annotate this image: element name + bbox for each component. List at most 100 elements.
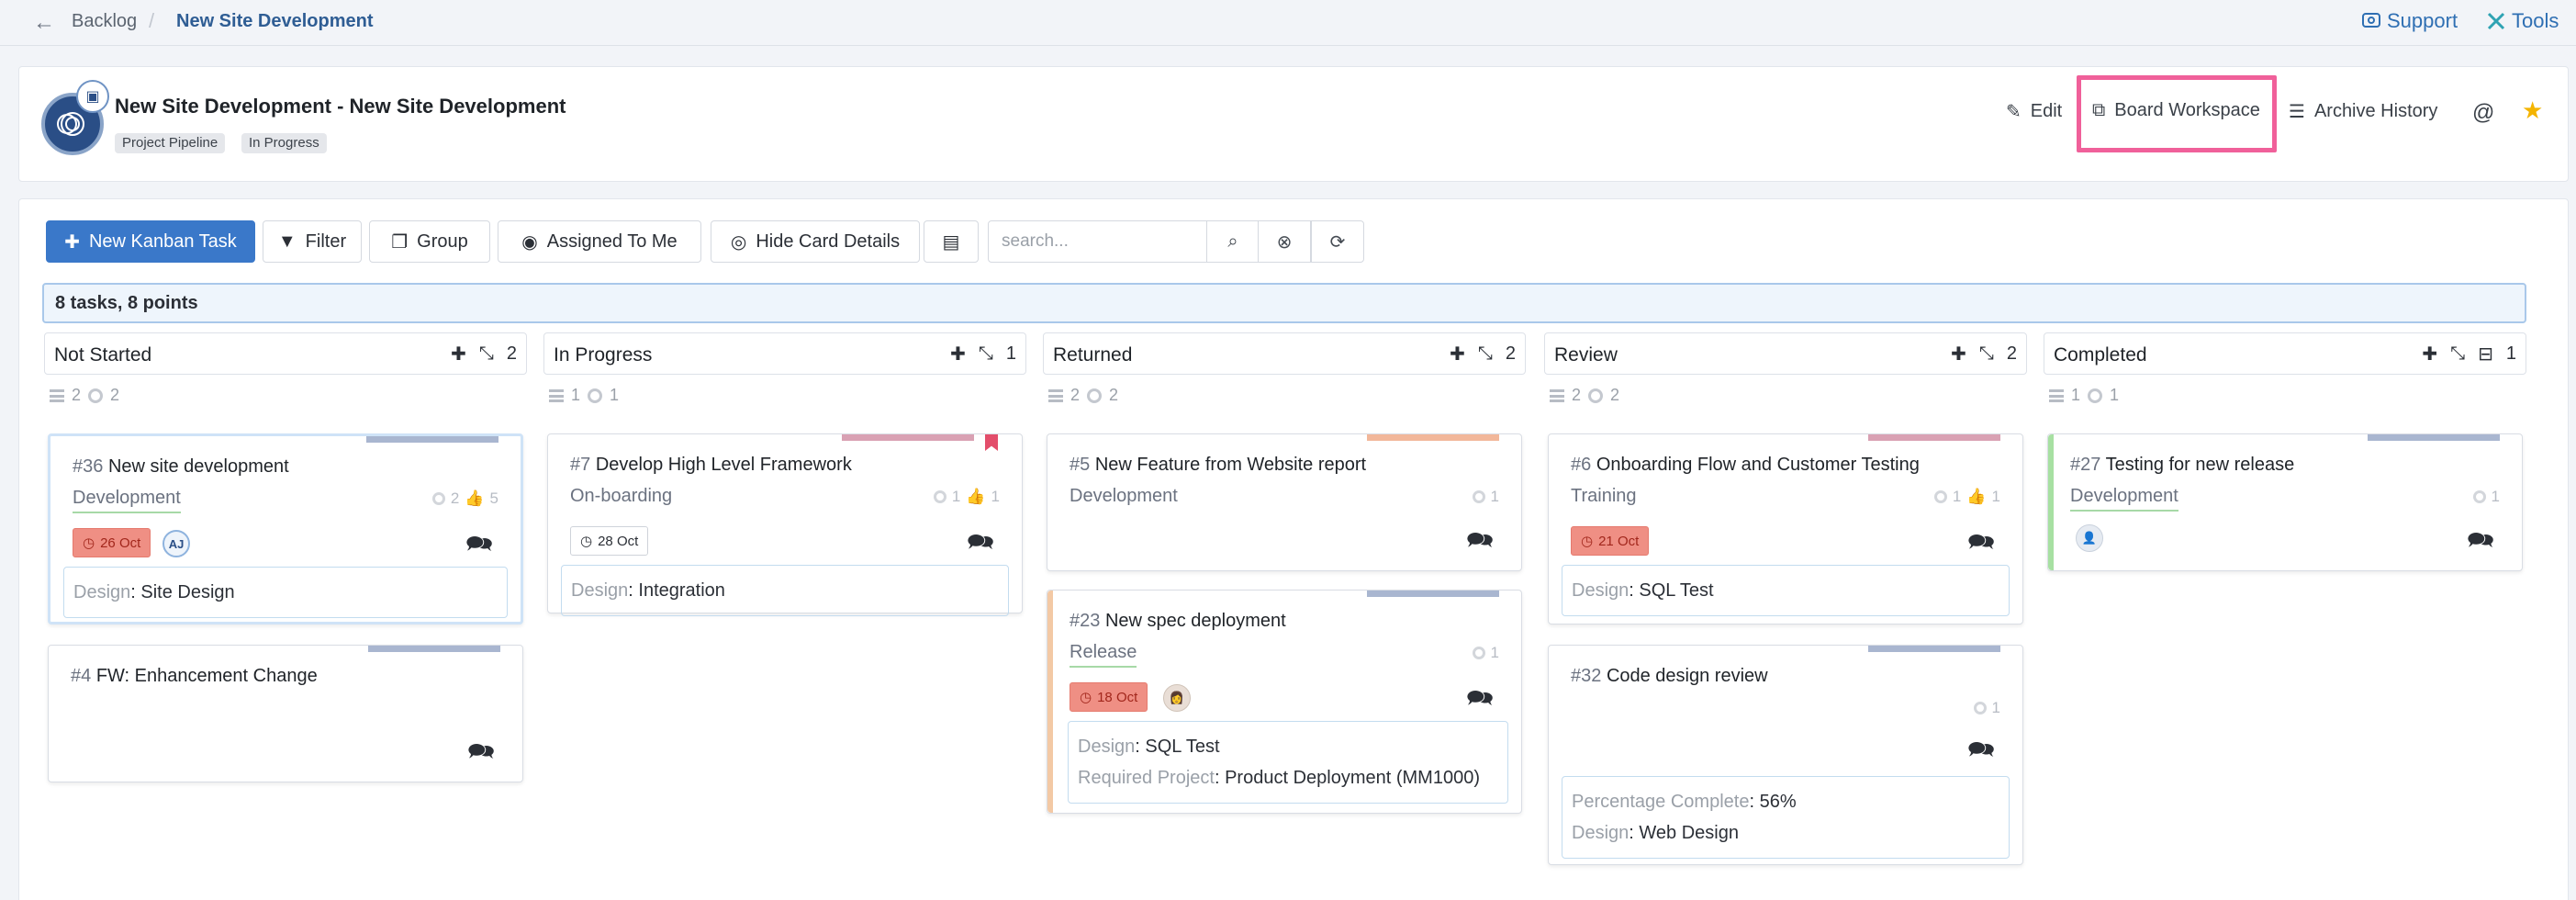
kanban-card[interactable]: #5 New Feature from Website report Devel…: [1047, 433, 1522, 571]
kanban-card[interactable]: #6 Onboarding Flow and Customer Testing …: [1548, 433, 2023, 624]
card-points: 1: [1952, 488, 1962, 505]
filter-icon: ▼: [277, 231, 297, 252]
clock-icon: ◷: [1080, 690, 1092, 705]
card-details: Design: SQL Test Required Project: Produ…: [1068, 721, 1508, 804]
plus-icon[interactable]: ✚: [1951, 343, 1966, 366]
hide-card-details-button[interactable]: ◎ Hide Card Details: [711, 220, 920, 263]
refresh-icon: ⟳: [1329, 231, 1346, 253]
plus-icon[interactable]: ✚: [2422, 343, 2437, 366]
archive-history-button[interactable]: ☰ Archive History: [2289, 100, 2437, 123]
bookmark-icon[interactable]: [985, 434, 998, 451]
kanban-card[interactable]: #4 FW: Enhancement Change 🗪: [48, 645, 523, 782]
due-date: 26 Oct: [100, 534, 141, 551]
edit-button[interactable]: ✎ Edit: [2006, 100, 2062, 123]
stat-points: 2: [1109, 386, 1119, 404]
due-date: 28 Oct: [598, 533, 639, 549]
detail-value: 56%: [1759, 792, 1797, 812]
avatar[interactable]: 👤: [2076, 524, 2103, 552]
breadcrumb-backlog[interactable]: Backlog: [72, 11, 137, 32]
card-title-text: New site development: [107, 456, 289, 477]
sliders-icon: ☰: [2289, 102, 2305, 122]
stat-tasks: 2: [72, 386, 82, 404]
filter-button[interactable]: ▼ Filter: [263, 220, 362, 263]
points-icon: [2472, 490, 2486, 503]
due-date-badge: ◷ 26 Oct: [73, 528, 151, 557]
card-title: #36 New site development: [73, 456, 289, 478]
column-title: In Progress: [554, 344, 653, 366]
card-stripe: [1367, 591, 1499, 597]
group-button[interactable]: ❐ Group: [369, 220, 490, 263]
comment-icon[interactable]: 🗪: [1466, 682, 1494, 720]
card-meta: 1: [1472, 488, 1499, 506]
column-header-returned: Returned ✚ ⤡ 2: [1043, 332, 1526, 375]
card-title-text: Onboarding Flow and Customer Testing: [1596, 455, 1920, 475]
card-meta: 2 👍 5: [431, 489, 498, 508]
comment-icon[interactable]: 🗪: [465, 528, 493, 566]
refresh-button[interactable]: ⟳: [1311, 220, 1364, 263]
logo-edit-icon[interactable]: ▣: [76, 80, 109, 113]
tools-link[interactable]: Tools: [2486, 9, 2559, 33]
detail-value: SQL Test: [1145, 737, 1220, 757]
plus-icon[interactable]: ✚: [950, 343, 966, 366]
comment-icon[interactable]: 🗪: [467, 736, 495, 773]
column-stats: 11: [2049, 386, 2119, 405]
stat-tasks: 2: [1070, 386, 1081, 404]
breadcrumb-separator: /: [149, 9, 155, 32]
comment-icon[interactable]: 🗪: [1967, 734, 1995, 771]
comment-icon[interactable]: 🗪: [2467, 524, 2494, 562]
detail-label: Required Project: [1078, 768, 1215, 788]
card-number: #27: [2070, 455, 2101, 475]
card-likes: 1: [991, 488, 1000, 505]
avatar[interactable]: 👩: [1163, 684, 1191, 712]
avatar[interactable]: AJ: [162, 530, 190, 557]
comment-icon[interactable]: 🗪: [967, 526, 994, 564]
plus-icon[interactable]: ✚: [1450, 343, 1465, 366]
card-meta: 1: [1472, 644, 1499, 662]
card-number: #7: [570, 455, 591, 475]
new-kanban-task-button[interactable]: ✚ New Kanban Task: [46, 220, 255, 263]
card-title: #5 New Feature from Website report: [1070, 455, 1366, 476]
card-details: Design: Site Design: [63, 567, 508, 618]
tools-icon: [2487, 12, 2505, 30]
card-left-bar: [1047, 591, 1053, 813]
star-icon[interactable]: ★: [2522, 96, 2543, 125]
column-title: Returned: [1053, 344, 1133, 366]
kanban-card[interactable]: #36 New site development Development 2 👍 5…: [48, 433, 523, 624]
card-meta: 1: [2472, 488, 2500, 506]
user-icon: ◉: [521, 231, 538, 253]
card-title-text: Develop High Level Framework: [595, 455, 852, 475]
search-button[interactable]: ⌕: [1206, 220, 1260, 263]
card-title-text: FW: Enhancement Change: [95, 666, 318, 686]
kanban-card[interactable]: #32 Code design review 1 🗪 Percentage Co…: [1548, 645, 2023, 865]
card-stripe: [1868, 434, 2000, 441]
collapse-icon[interactable]: ⤡: [979, 343, 993, 365]
comment-icon[interactable]: 🗪: [1466, 524, 1494, 562]
collapse-icon[interactable]: ⤡: [2450, 343, 2465, 365]
points-icon: [88, 388, 104, 403]
tasks-icon: [549, 388, 564, 402]
export-excel-button[interactable]: ▤: [924, 220, 979, 263]
card-stripe: [842, 434, 974, 441]
points-icon: [1087, 388, 1103, 403]
support-link[interactable]: Support: [2361, 9, 2458, 33]
back-arrow-icon[interactable]: ←: [33, 10, 55, 36]
archive-icon[interactable]: ⊟: [2478, 343, 2493, 366]
collapse-icon[interactable]: ⤡: [1979, 343, 1994, 365]
at-icon[interactable]: @: [2472, 100, 2494, 126]
assigned-to-me-button[interactable]: ◉ Assigned To Me: [498, 220, 701, 263]
top-bar: ← Backlog / New Site Development Support…: [0, 0, 2576, 46]
collapse-icon[interactable]: ⤡: [1478, 343, 1493, 365]
search-input[interactable]: [988, 220, 1208, 263]
detail-label: Design: [1078, 737, 1136, 757]
stat-tasks: 2: [1572, 386, 1582, 404]
clear-search-button[interactable]: ⊗: [1258, 220, 1311, 263]
tools-label: Tools: [2512, 9, 2559, 32]
comment-icon[interactable]: 🗪: [1967, 526, 1995, 564]
kanban-card[interactable]: #27 Testing for new release Development …: [2047, 433, 2523, 571]
kanban-card[interactable]: #23 New spec deployment Release 1 ◷ 18 Oc…: [1047, 590, 1522, 814]
plus-icon[interactable]: ✚: [451, 343, 466, 366]
archive-history-label: Archive History: [2313, 101, 2438, 121]
collapse-icon[interactable]: ⤡: [479, 343, 494, 365]
due-date-badge: ◷ 18 Oct: [1070, 682, 1148, 712]
kanban-card[interactable]: #7 Develop High Level Framework On-board…: [547, 433, 1023, 616]
